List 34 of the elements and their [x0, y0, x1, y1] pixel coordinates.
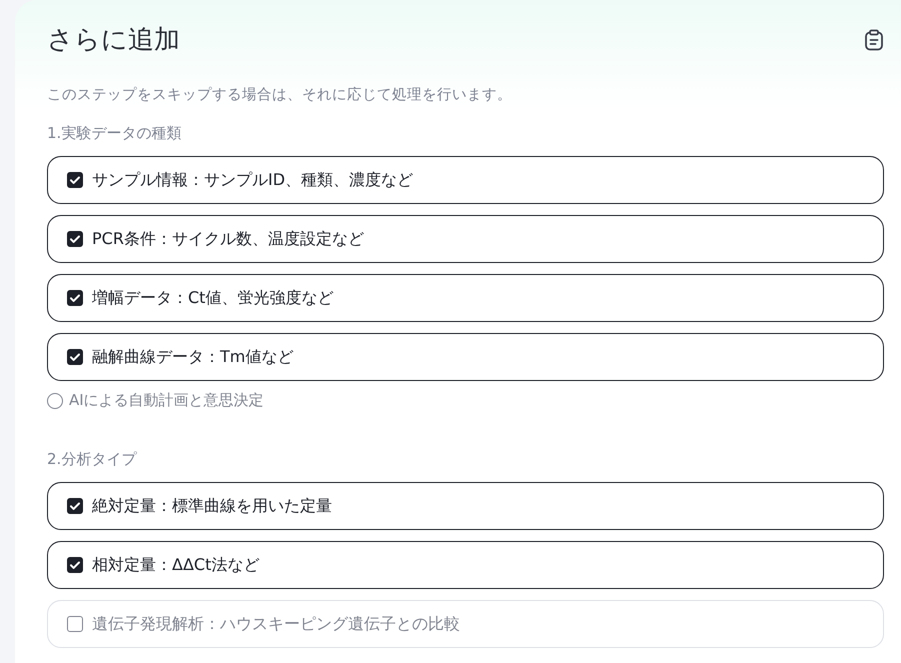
checkbox[interactable] [67, 349, 83, 365]
option-checkbox[interactable]: 増幅データ：Ct値、蛍光強度など [47, 274, 884, 322]
option-label[interactable]: PCR条件：サイクル数、温度設定など [92, 228, 364, 250]
check-icon [69, 174, 81, 186]
check-icon [69, 351, 81, 363]
checkbox[interactable] [67, 290, 83, 306]
section-heading: 2.分析タイプ [47, 450, 138, 469]
panel-title: さらに追加 [47, 24, 180, 57]
option-label[interactable]: 相対定量：ΔΔCt法など [92, 554, 260, 576]
section-heading: 1.実験データの種類 [47, 124, 182, 143]
radio-button[interactable] [47, 392, 63, 408]
radio-label[interactable]: AIによる自動計画と意思決定 [69, 391, 264, 410]
option-checkbox[interactable]: 絶対定量：標準曲線を用いた定量 [47, 482, 884, 530]
option-label[interactable]: 遺伝子発現解析：ハウスキーピング遺伝子との比較 [92, 614, 460, 634]
checkbox[interactable] [67, 498, 83, 514]
checkbox[interactable] [67, 616, 83, 632]
option-label[interactable]: 絶対定量：標準曲線を用いた定量 [92, 496, 332, 516]
option-checkbox[interactable]: 遺伝子発現解析：ハウスキーピング遺伝子との比較 [47, 600, 884, 648]
option-label[interactable]: サンプル情報：サンプルID、種類、濃度など [92, 170, 414, 190]
description-text: このステップをスキップする場合は、それに応じて処理を行います。 [47, 86, 513, 104]
checkbox[interactable] [67, 231, 83, 247]
checkbox[interactable] [67, 172, 83, 188]
clipboard-icon[interactable] [864, 28, 884, 50]
check-icon [69, 500, 81, 512]
option-label[interactable]: 融解曲線データ：Tm値など [92, 346, 294, 368]
option-checkbox[interactable]: サンプル情報：サンプルID、種類、濃度など [47, 156, 884, 204]
checkbox[interactable] [67, 557, 83, 573]
option-label[interactable]: 増幅データ：Ct値、蛍光強度など [92, 288, 334, 308]
check-icon [69, 559, 81, 571]
check-icon [69, 233, 81, 245]
option-checkbox[interactable]: 融解曲線データ：Tm値など [47, 333, 884, 381]
option-checkbox[interactable]: PCR条件：サイクル数、温度設定など [47, 215, 884, 263]
check-icon [69, 292, 81, 304]
option-checkbox[interactable]: 相対定量：ΔΔCt法など [47, 541, 884, 589]
